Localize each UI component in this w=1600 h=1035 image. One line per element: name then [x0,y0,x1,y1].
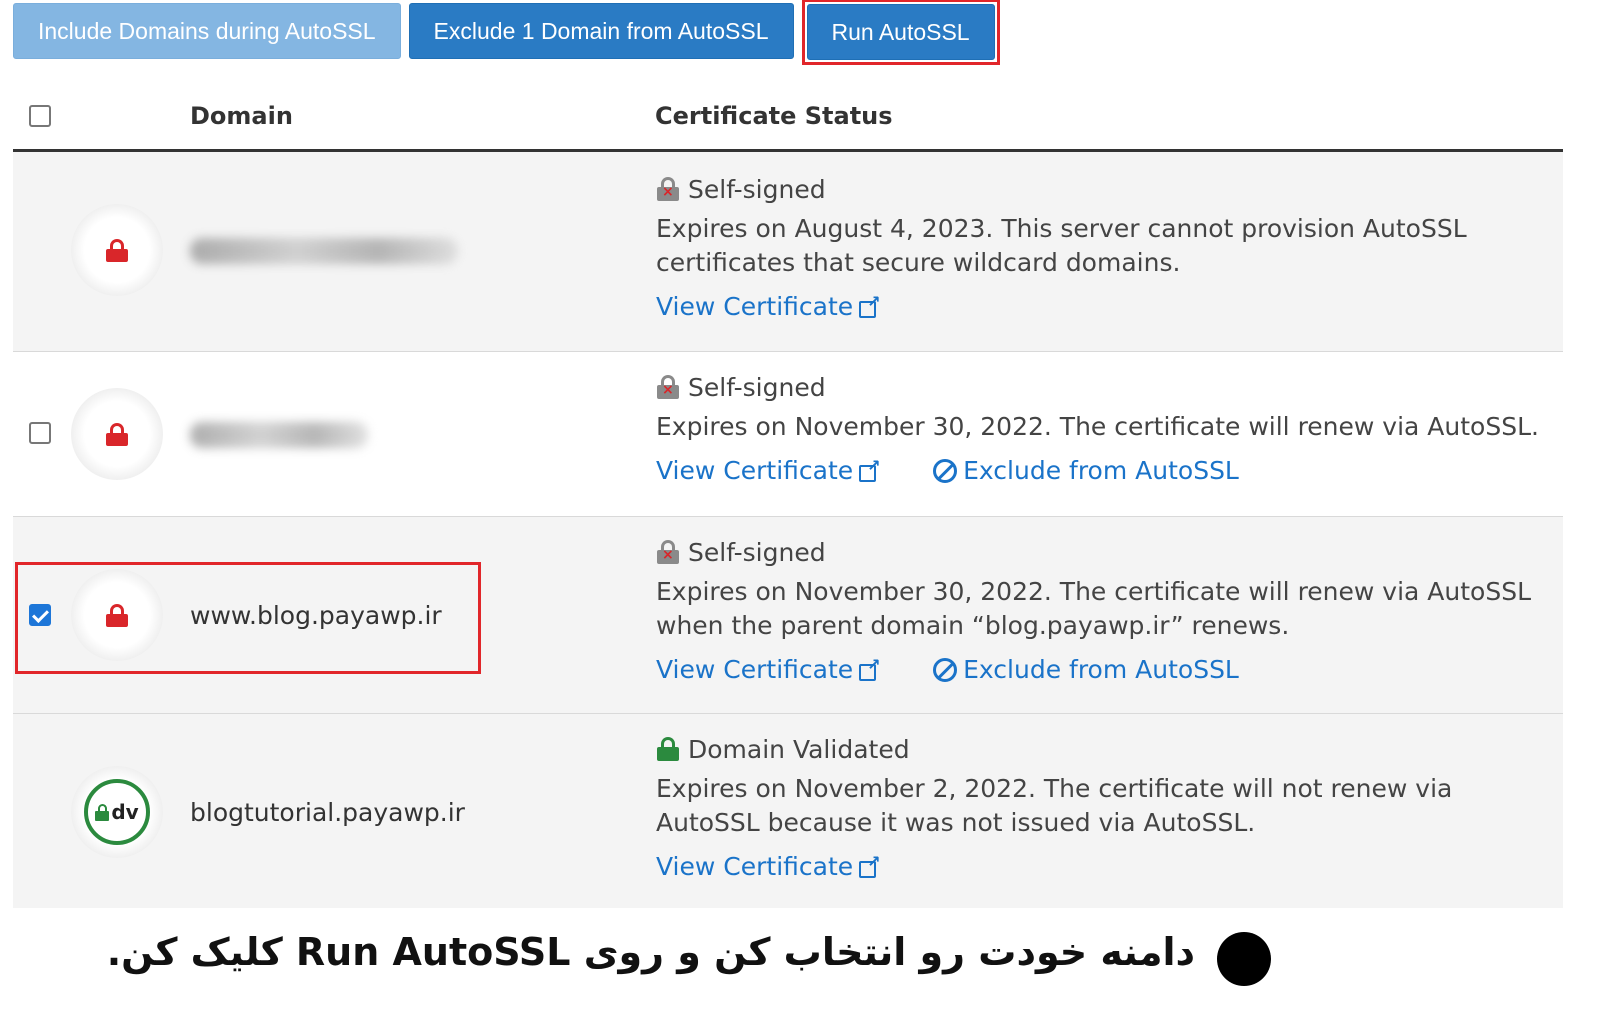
view-certificate-label: View Certificate [656,852,854,881]
run-autossl-button[interactable]: Run AutoSSL [806,4,995,60]
column-header-domain: Domain [190,102,293,130]
certificate-status: × Self-signed Expires on November 30, 20… [656,535,1553,685]
view-certificate-link[interactable]: View Certificate ↗ [656,852,881,881]
view-certificate-link[interactable]: View Certificate ↗ [656,456,881,485]
domain-name-redacted [190,238,458,264]
certificate-status: × Self-signed Expires on November 30, 20… [656,370,1553,486]
column-header-status: Certificate Status [655,102,893,130]
exclude-label: Exclude from AutoSSL [963,655,1239,684]
ban-icon [933,458,958,483]
lock-icon [106,239,128,262]
exclude-from-autossl-link[interactable]: Exclude from AutoSSL [933,456,1239,485]
external-link-icon: ↗ [859,293,881,318]
include-domains-button[interactable]: Include Domains during AutoSSL [13,3,401,59]
view-certificate-label: View Certificate [656,292,854,321]
status-label: Self-signed [688,537,826,567]
toolbar: Include Domains during AutoSSL Exclude 1… [13,0,1000,65]
external-link-icon: ↗ [859,656,881,681]
view-certificate-label: View Certificate [656,456,854,485]
status-label: Domain Validated [688,734,910,764]
caption-text: دامنه خودت رو انتخاب کن و روی Run AutoSS… [106,930,1195,974]
lock-icon [106,423,128,446]
status-description: Expires on November 30, 2022. The certif… [656,412,1539,441]
table-row: × Self-signed Expires on August 4, 2023.… [13,152,1563,352]
view-certificate-link[interactable]: View Certificate ↗ [656,292,881,321]
run-autossl-highlight: Run AutoSSL [801,0,1000,65]
table-header: Domain Certificate Status [13,82,1563,152]
domain-name: blogtutorial.payawp.ir [190,798,465,827]
green-lock-icon [95,804,110,821]
certificate-status: × Self-signed Expires on August 4, 2023.… [656,172,1553,322]
instruction-caption: دامنه خودت رو انتخاب کن و روی Run AutoSS… [0,910,1600,1035]
exclude-from-autossl-link[interactable]: Exclude from AutoSSL [933,655,1239,684]
view-certificate-label: View Certificate [656,655,854,684]
ssl-status-indicator [71,388,163,480]
status-description: Expires on November 2, 2022. The certifi… [656,774,1453,837]
ban-icon [933,657,958,682]
ssl-status-indicator [71,204,163,296]
dv-badge: dv [84,779,150,845]
domain-name-redacted [190,422,368,448]
certificate-status: Domain Validated Expires on November 2, … [656,732,1553,882]
external-link-icon: ↗ [859,853,881,878]
select-all-checkbox[interactable] [29,105,51,127]
bullet-dot [1217,932,1271,986]
domains-table: Domain Certificate Status × Self-signed … [13,82,1563,908]
table-row: dv blogtutorial.payawp.ir Domain Validat… [13,714,1563,908]
table-row: × Self-signed Expires on November 30, 20… [13,352,1563,517]
self-signed-lock-icon: × [656,374,680,400]
exclude-label: Exclude from AutoSSL [963,456,1239,485]
view-certificate-link[interactable]: View Certificate ↗ [656,655,881,684]
status-description: Expires on November 30, 2022. The certif… [656,577,1532,640]
status-label: Self-signed [688,372,826,402]
self-signed-lock-icon: × [656,539,680,565]
dv-badge-label: dv [111,800,139,824]
selected-domain-highlight [15,562,481,674]
ssl-status-indicator: dv [71,766,163,858]
self-signed-lock-icon: × [656,176,680,202]
external-link-icon: ↗ [859,457,881,482]
exclude-domain-button[interactable]: Exclude 1 Domain from AutoSSL [408,3,794,59]
status-label: Self-signed [688,174,826,204]
status-description: Expires on August 4, 2023. This server c… [656,214,1467,277]
row-checkbox[interactable] [29,422,51,444]
domain-validated-lock-icon [656,736,680,762]
